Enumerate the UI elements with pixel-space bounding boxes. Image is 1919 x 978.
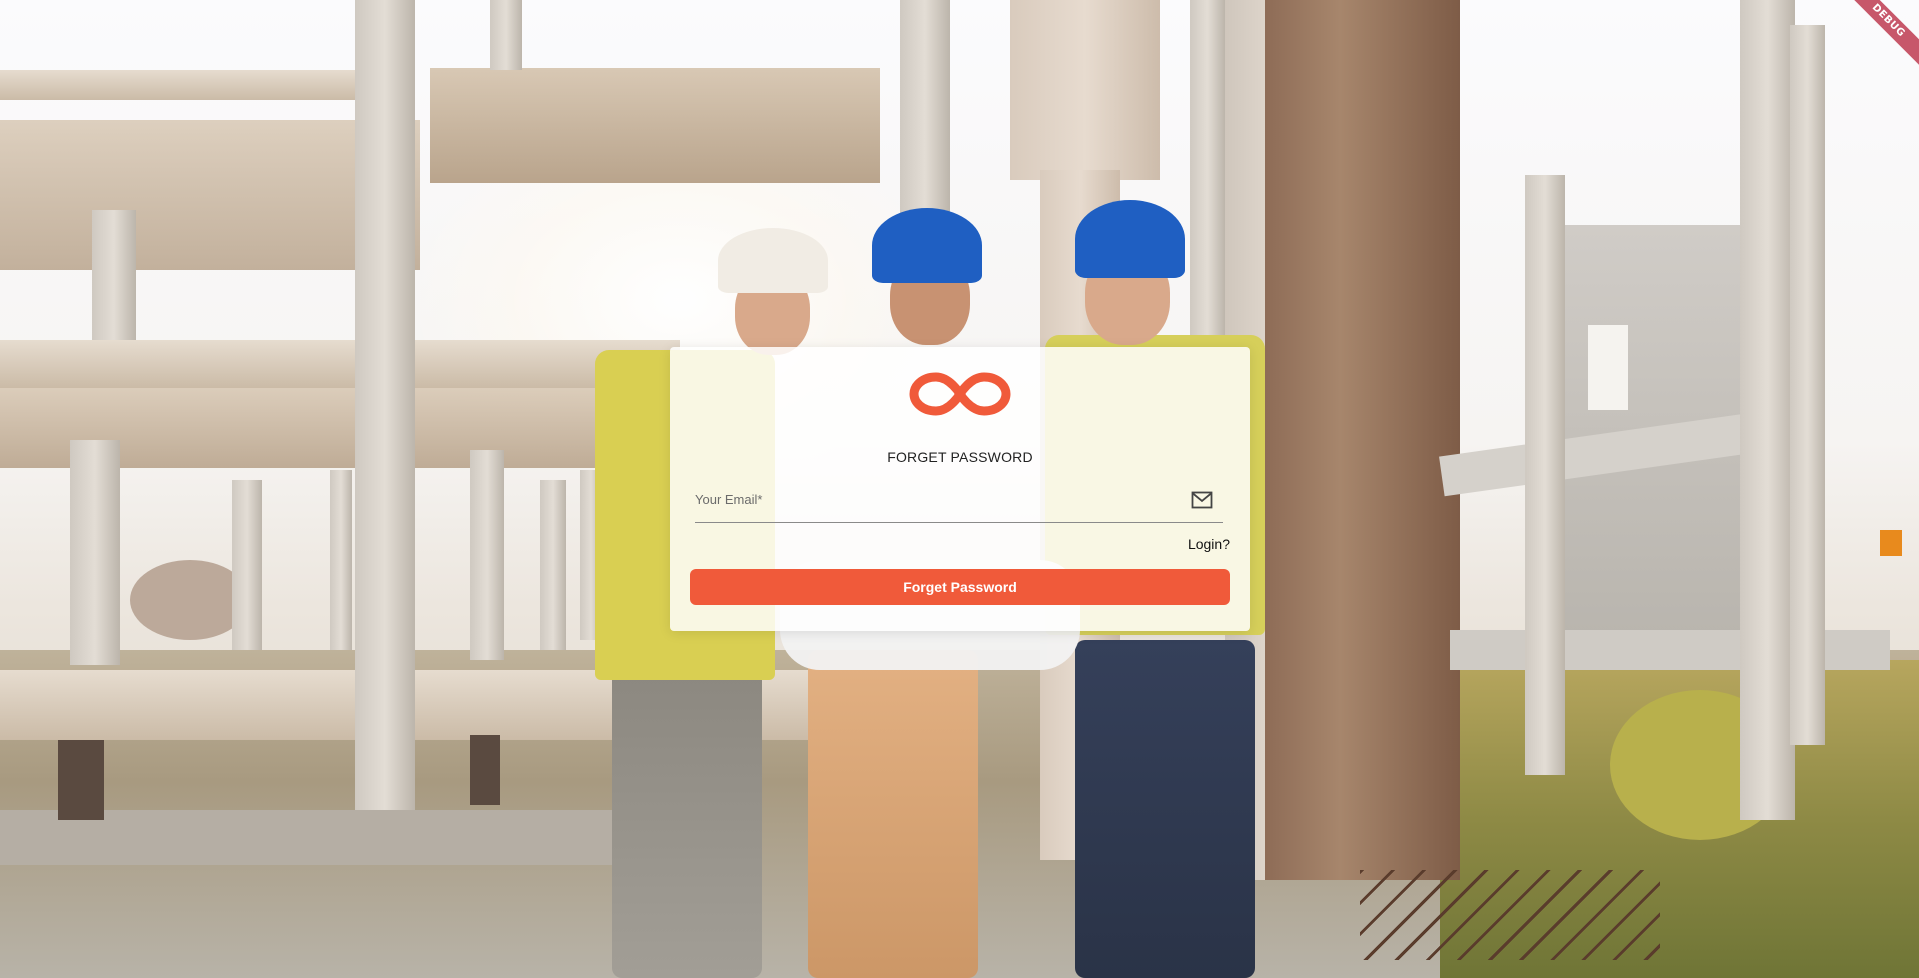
- email-field[interactable]: [695, 477, 1223, 523]
- rebar: [1360, 870, 1660, 960]
- column: [470, 450, 504, 660]
- column: [900, 0, 950, 220]
- column: [1190, 0, 1225, 360]
- column: [58, 740, 104, 820]
- hard-hat: [718, 228, 828, 293]
- hard-hat: [872, 208, 982, 283]
- column: [540, 480, 566, 650]
- beam: [0, 70, 380, 100]
- window-opening: [1588, 325, 1628, 410]
- beam: [430, 68, 880, 183]
- column: [490, 0, 522, 70]
- mail-icon: [1191, 491, 1213, 509]
- email-input[interactable]: [695, 487, 1175, 511]
- column: [470, 735, 500, 805]
- forget-password-button[interactable]: Forget Password: [690, 569, 1230, 605]
- column: [1010, 0, 1160, 180]
- worker-legs: [1075, 640, 1255, 978]
- column: [1525, 175, 1565, 775]
- page-title: FORGET PASSWORD: [887, 449, 1033, 465]
- forget-password-card: FORGET PASSWORD Login? Forget Password: [670, 347, 1250, 631]
- column: [330, 470, 352, 650]
- infinity-logo-icon: [909, 372, 1011, 416]
- rusted-column: [1260, 0, 1460, 880]
- column: [1790, 25, 1825, 745]
- column: [70, 440, 120, 665]
- worker-legs: [612, 660, 762, 978]
- hard-hat: [1075, 200, 1185, 278]
- column: [1740, 0, 1795, 820]
- column: [232, 480, 262, 650]
- worker-legs: [808, 650, 978, 978]
- login-link[interactable]: Login?: [1188, 536, 1230, 552]
- column: [355, 0, 415, 810]
- road-sign: [1880, 530, 1902, 556]
- beam: [0, 340, 680, 388]
- column: [92, 210, 136, 340]
